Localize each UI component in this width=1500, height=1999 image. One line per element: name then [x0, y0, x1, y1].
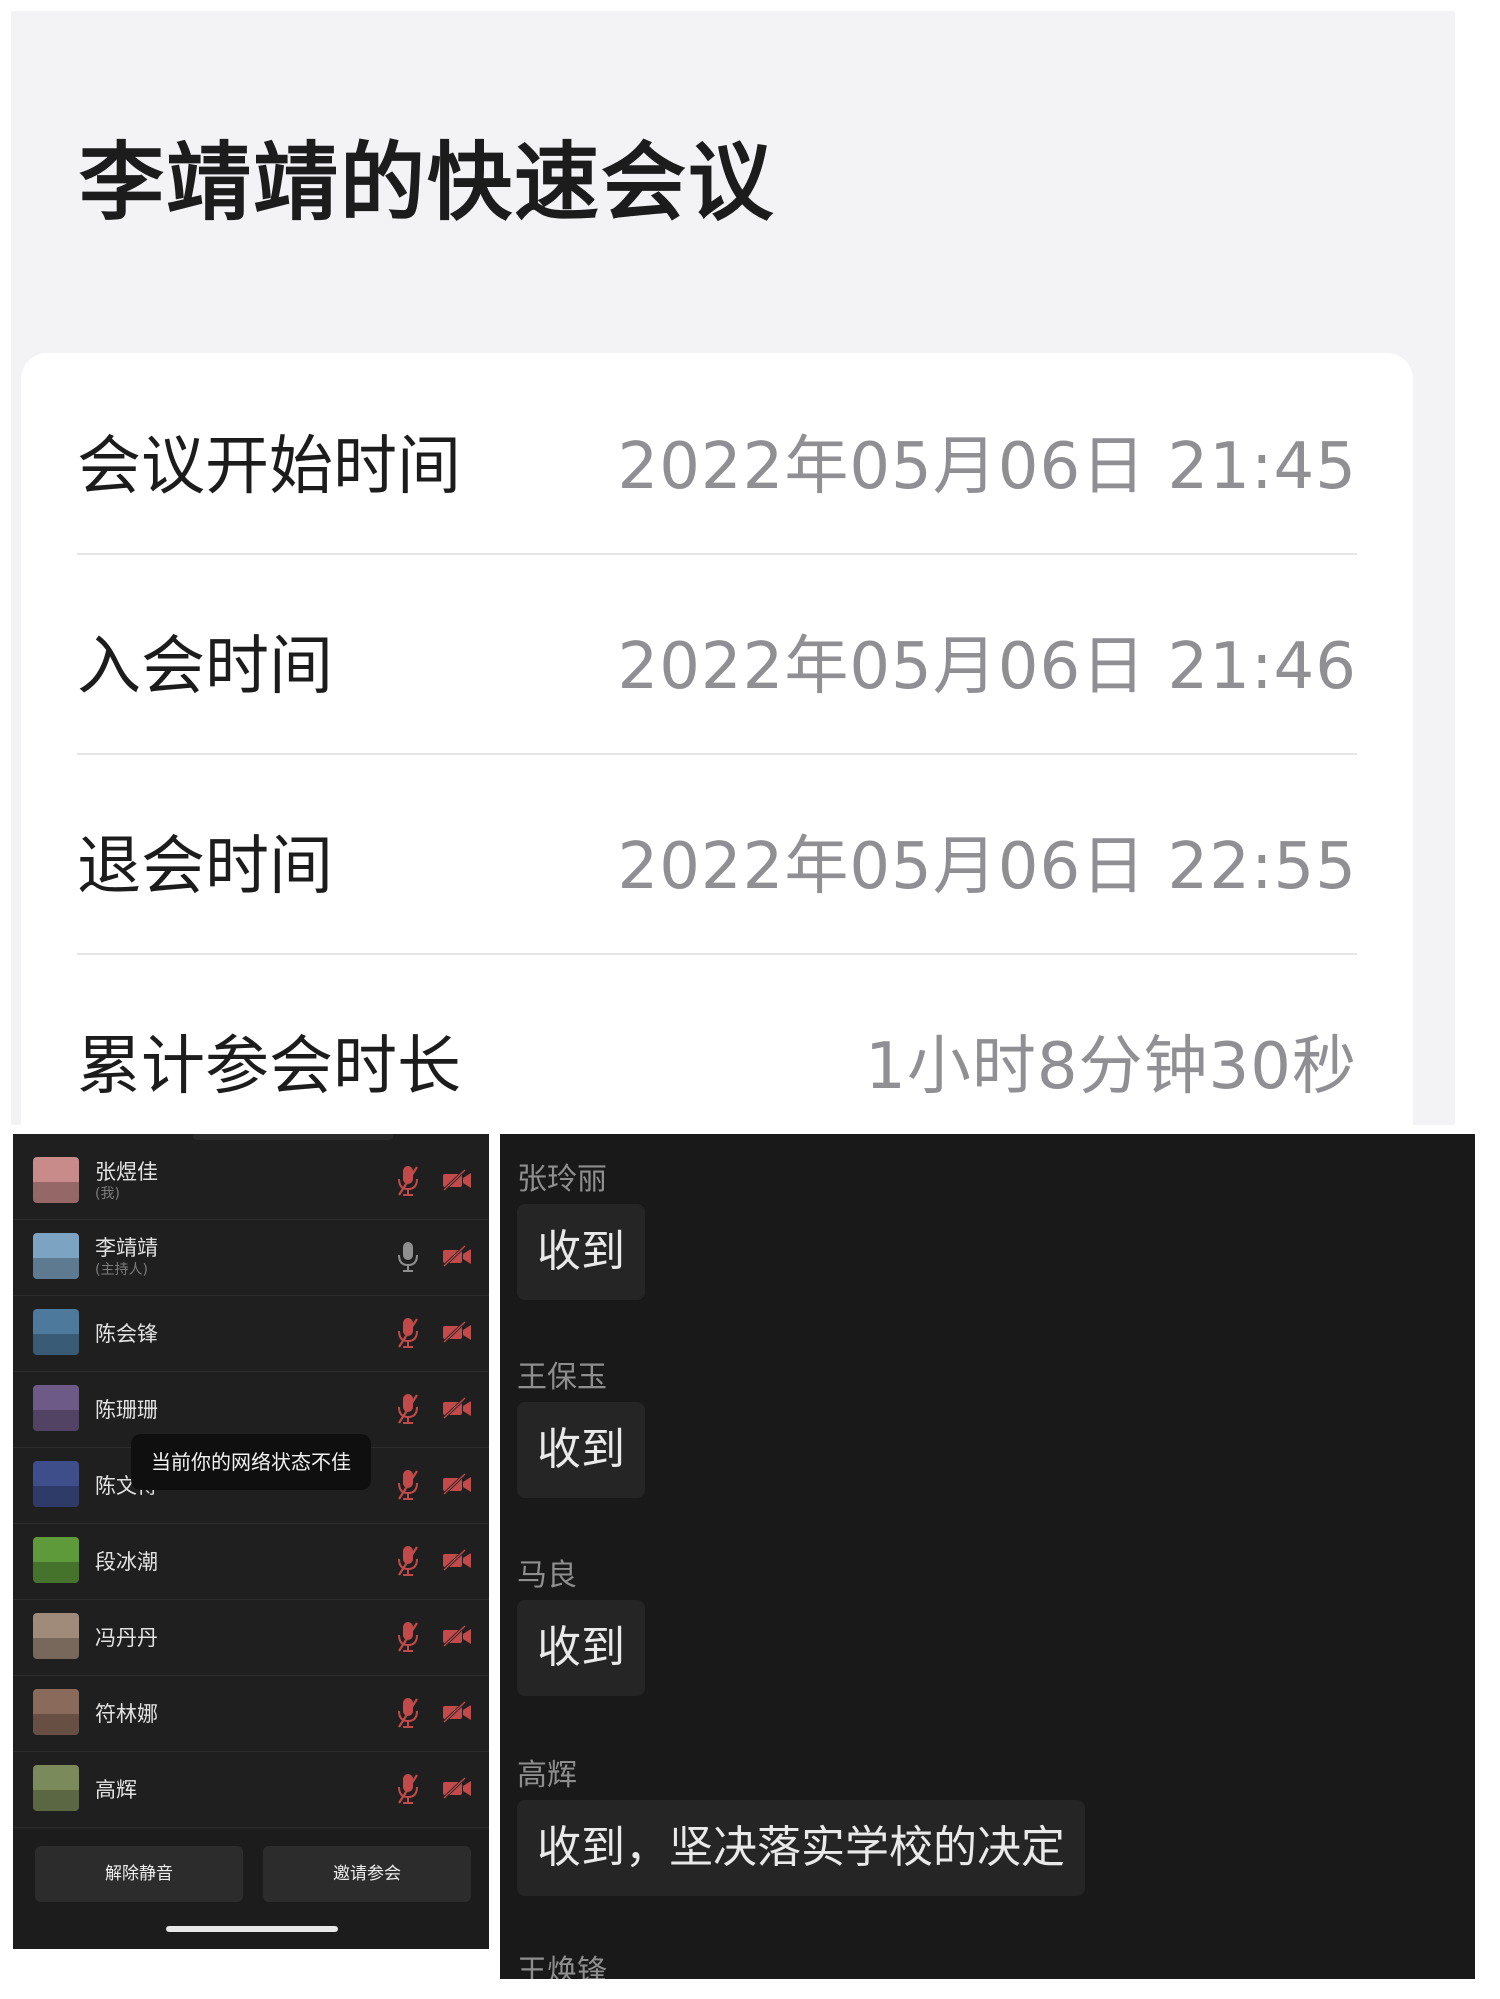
chat-sender: 马良: [517, 1558, 577, 1593]
participant-role: (我): [95, 1186, 120, 1202]
list-top-edge: [193, 1134, 393, 1140]
network-warning-toast: 当前你的网络状态不佳: [131, 1434, 371, 1490]
camera-off-icon[interactable]: [441, 1777, 473, 1799]
meeting-start-time-row: 会议开始时间 2022年05月06日 21:45: [77, 353, 1357, 555]
mic-muted-icon[interactable]: [396, 1544, 420, 1578]
participant-action-bar: 解除静音 邀请参会: [13, 1830, 489, 1949]
participant-avatar: [33, 1765, 79, 1811]
camera-off-icon[interactable]: [441, 1321, 473, 1343]
unmute-button[interactable]: 解除静音: [35, 1846, 243, 1902]
participant-avatar: [33, 1233, 79, 1279]
join-time-label: 入会时间: [77, 630, 333, 704]
camera-off-icon[interactable]: [441, 1549, 473, 1571]
participant-row[interactable]: 张煜佳 (我): [13, 1142, 489, 1220]
participant-list-panel: 张煜佳 (我) 李靖靖 (主持人) 陈会锋 陈珊珊 陈文博 段冰潮 冯丹丹 符林娜 高辉 当前你的网…: [13, 1134, 489, 1949]
camera-off-icon[interactable]: [441, 1397, 473, 1419]
camera-off-icon[interactable]: [441, 1625, 473, 1647]
total-duration-label: 累计参会时长: [77, 1030, 461, 1104]
participant-avatar: [33, 1537, 79, 1583]
mic-muted-icon[interactable]: [396, 1164, 420, 1198]
participant-row[interactable]: 符林娜: [13, 1674, 489, 1752]
participant-name: 符林娜: [95, 1702, 158, 1726]
chat-bubble: 收到: [517, 1402, 645, 1498]
participant-avatar: [33, 1689, 79, 1735]
participant-avatar: [33, 1157, 79, 1203]
chat-sender-partial: 王焕锋: [517, 1954, 607, 1979]
camera-off-icon[interactable]: [441, 1701, 473, 1723]
participant-name: 高辉: [95, 1778, 137, 1802]
participant-name: 冯丹丹: [95, 1626, 158, 1650]
participant-role: (主持人): [95, 1262, 148, 1278]
mic-muted-icon[interactable]: [396, 1468, 420, 1502]
chat-sender: 高辉: [517, 1758, 577, 1793]
join-time-row: 入会时间 2022年05月06日 21:46: [77, 553, 1357, 755]
meeting-title: 李靖靖的快速会议: [79, 134, 776, 233]
chat-sender: 王保玉: [517, 1360, 607, 1395]
join-time-value: 2022年05月06日 21:46: [617, 630, 1357, 704]
camera-off-icon[interactable]: [441, 1473, 473, 1495]
leave-time-label: 退会时间: [77, 830, 333, 904]
leave-time-row: 退会时间 2022年05月06日 22:55: [77, 753, 1357, 955]
mic-muted-icon[interactable]: [396, 1392, 420, 1426]
participant-name: 陈珊珊: [95, 1398, 158, 1422]
camera-off-icon[interactable]: [441, 1245, 473, 1267]
total-duration-row: 累计参会时长 1小时8分钟30秒: [77, 953, 1357, 1153]
meeting-start-time-label: 会议开始时间: [77, 430, 461, 504]
participant-row[interactable]: 陈会锋: [13, 1294, 489, 1372]
participant-row[interactable]: 冯丹丹: [13, 1598, 489, 1676]
home-indicator: [166, 1926, 338, 1932]
participant-row[interactable]: 李靖靖 (主持人): [13, 1218, 489, 1296]
participant-name: 张煜佳: [95, 1160, 158, 1184]
mic-on-icon[interactable]: [396, 1240, 420, 1274]
mic-muted-icon[interactable]: [396, 1620, 420, 1654]
participant-avatar: [33, 1309, 79, 1355]
camera-off-icon[interactable]: [441, 1169, 473, 1191]
chat-bubble: 收到: [517, 1204, 645, 1300]
invite-button[interactable]: 邀请参会: [263, 1846, 471, 1902]
participant-avatar: [33, 1613, 79, 1659]
meeting-info-panel: 李靖靖的快速会议 会议开始时间 2022年05月06日 21:45 入会时间 2…: [11, 11, 1455, 1143]
mic-muted-icon[interactable]: [396, 1696, 420, 1730]
mic-muted-icon[interactable]: [396, 1772, 420, 1806]
total-duration-value: 1小时8分钟30秒: [865, 1030, 1357, 1104]
chat-panel: 张玲丽 收到 王保玉 收到 马良 收到 高辉 收到，坚决落实学校的决定 王焕锋: [500, 1134, 1475, 1979]
participant-row[interactable]: 高辉: [13, 1750, 489, 1828]
chat-sender: 张玲丽: [517, 1162, 607, 1197]
meeting-info-card: 会议开始时间 2022年05月06日 21:45 入会时间 2022年05月06…: [21, 353, 1413, 1143]
participant-row[interactable]: 段冰潮: [13, 1522, 489, 1600]
participant-name: 段冰潮: [95, 1550, 158, 1574]
participant-name: 陈会锋: [95, 1322, 158, 1346]
leave-time-value: 2022年05月06日 22:55: [617, 830, 1357, 904]
participant-avatar: [33, 1385, 79, 1431]
mic-muted-icon[interactable]: [396, 1316, 420, 1350]
meeting-start-time-value: 2022年05月06日 21:45: [617, 430, 1357, 504]
chat-bubble: 收到，坚决落实学校的决定: [517, 1800, 1085, 1896]
participant-avatar: [33, 1461, 79, 1507]
participant-name: 李靖靖: [95, 1236, 158, 1260]
chat-bubble: 收到: [517, 1600, 645, 1696]
